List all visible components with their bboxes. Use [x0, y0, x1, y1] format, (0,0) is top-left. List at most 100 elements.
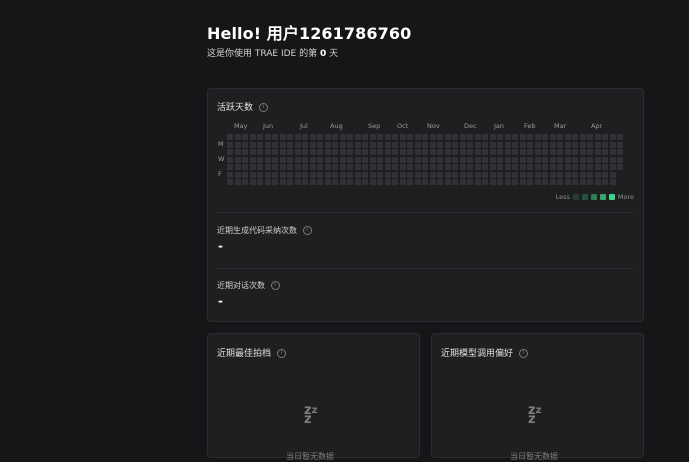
heatmap-day-cell[interactable] [369, 171, 376, 178]
heatmap-day-cell[interactable] [332, 156, 338, 163]
heatmap-day-cell[interactable] [264, 134, 271, 140]
heatmap-day-cell[interactable] [362, 171, 368, 178]
heatmap-day-cell[interactable] [602, 156, 608, 163]
heatmap-day-cell[interactable] [347, 164, 353, 170]
heatmap-day-cell[interactable] [422, 179, 428, 185]
heatmap-day-cell[interactable] [579, 179, 586, 185]
heatmap-day-cell[interactable] [227, 179, 233, 185]
heatmap-day-cell[interactable] [234, 134, 241, 140]
heatmap-day-cell[interactable] [354, 156, 361, 163]
heatmap-day-cell[interactable] [549, 134, 556, 140]
heatmap-day-cell[interactable] [257, 164, 263, 170]
heatmap-day-cell[interactable] [317, 171, 323, 178]
heatmap-day-cell[interactable] [467, 179, 473, 185]
heatmap-day-cell[interactable] [549, 141, 556, 148]
heatmap-day-cell[interactable] [227, 134, 233, 140]
heatmap-day-cell[interactable] [414, 156, 421, 163]
heatmap-day-cell[interactable] [392, 164, 398, 170]
heatmap-day-cell[interactable] [407, 156, 413, 163]
heatmap-day-cell[interactable] [272, 179, 278, 185]
heatmap-day-cell[interactable] [594, 134, 601, 140]
heatmap-day-cell[interactable] [264, 179, 271, 185]
heatmap-day-cell[interactable] [579, 164, 586, 170]
heatmap-day-cell[interactable] [294, 149, 301, 155]
heatmap-day-cell[interactable] [564, 141, 571, 148]
heatmap-day-cell[interactable] [527, 179, 533, 185]
heatmap-day-cell[interactable] [467, 156, 473, 163]
heatmap-day-cell[interactable] [287, 149, 293, 155]
heatmap-day-cell[interactable] [587, 164, 593, 170]
heatmap-day-cell[interactable] [594, 156, 601, 163]
heatmap-day-cell[interactable] [272, 141, 278, 148]
heatmap-day-cell[interactable] [459, 141, 466, 148]
heatmap-day-cell[interactable] [452, 149, 458, 155]
heatmap-day-cell[interactable] [609, 179, 616, 185]
heatmap-day-cell[interactable] [294, 179, 301, 185]
heatmap-day-cell[interactable] [572, 179, 578, 185]
heatmap-day-cell[interactable] [482, 179, 488, 185]
heatmap-day-cell[interactable] [414, 171, 421, 178]
heatmap-day-cell[interactable] [414, 179, 421, 185]
heatmap-day-cell[interactable] [452, 134, 458, 140]
heatmap-day-cell[interactable] [467, 141, 473, 148]
heatmap-day-cell[interactable] [587, 141, 593, 148]
heatmap-day-cell[interactable] [377, 164, 383, 170]
heatmap-day-cell[interactable] [557, 134, 563, 140]
heatmap-day-cell[interactable] [549, 156, 556, 163]
heatmap-day-cell[interactable] [489, 171, 496, 178]
heatmap-day-cell[interactable] [317, 134, 323, 140]
heatmap-day-cell[interactable] [542, 156, 548, 163]
heatmap-day-cell[interactable] [324, 149, 331, 155]
heatmap-day-cell[interactable] [459, 171, 466, 178]
info-icon[interactable]: i [302, 226, 312, 235]
heatmap-day-cell[interactable] [249, 171, 256, 178]
heatmap-day-cell[interactable] [309, 179, 316, 185]
heatmap-day-cell[interactable] [362, 134, 368, 140]
heatmap-day-cell[interactable] [377, 134, 383, 140]
heatmap-day-cell[interactable] [302, 156, 308, 163]
heatmap-day-cell[interactable] [399, 141, 406, 148]
heatmap-day-cell[interactable] [332, 164, 338, 170]
heatmap-day-cell[interactable] [317, 179, 323, 185]
heatmap-day-cell[interactable] [437, 156, 443, 163]
heatmap-day-cell[interactable] [234, 141, 241, 148]
heatmap-day-cell[interactable] [444, 171, 451, 178]
heatmap-day-cell[interactable] [242, 141, 248, 148]
heatmap-day-cell[interactable] [429, 156, 436, 163]
heatmap-day-cell[interactable] [354, 149, 361, 155]
heatmap-day-cell[interactable] [227, 164, 233, 170]
heatmap-day-cell[interactable] [287, 134, 293, 140]
heatmap-day-cell[interactable] [504, 171, 511, 178]
heatmap-day-cell[interactable] [474, 149, 481, 155]
heatmap-day-cell[interactable] [347, 179, 353, 185]
heatmap-day-cell[interactable] [617, 156, 623, 163]
heatmap-day-cell[interactable] [407, 171, 413, 178]
heatmap-day-cell[interactable] [264, 141, 271, 148]
heatmap-day-cell[interactable] [234, 179, 241, 185]
heatmap-day-cell[interactable] [564, 149, 571, 155]
heatmap-day-cell[interactable] [324, 156, 331, 163]
heatmap-day-cell[interactable] [422, 149, 428, 155]
heatmap-day-cell[interactable] [489, 164, 496, 170]
heatmap-day-cell[interactable] [444, 156, 451, 163]
heatmap-day-cell[interactable] [497, 179, 503, 185]
heatmap-day-cell[interactable] [339, 179, 346, 185]
heatmap-day-cell[interactable] [504, 141, 511, 148]
heatmap-day-cell[interactable] [437, 171, 443, 178]
heatmap-day-cell[interactable] [309, 149, 316, 155]
heatmap-day-cell[interactable] [242, 179, 248, 185]
heatmap-day-cell[interactable] [429, 134, 436, 140]
heatmap-day-cell[interactable] [594, 179, 601, 185]
heatmap-day-cell[interactable] [249, 141, 256, 148]
heatmap-day-cell[interactable] [399, 149, 406, 155]
info-icon[interactable]: i [518, 349, 528, 358]
heatmap-day-cell[interactable] [234, 171, 241, 178]
heatmap-day-cell[interactable] [264, 164, 271, 170]
heatmap-day-cell[interactable] [377, 149, 383, 155]
heatmap-day-cell[interactable] [317, 156, 323, 163]
heatmap-day-cell[interactable] [279, 164, 286, 170]
heatmap-day-cell[interactable] [399, 134, 406, 140]
heatmap-day-cell[interactable] [609, 134, 616, 140]
heatmap-day-cell[interactable] [242, 171, 248, 178]
heatmap-day-cell[interactable] [602, 134, 608, 140]
